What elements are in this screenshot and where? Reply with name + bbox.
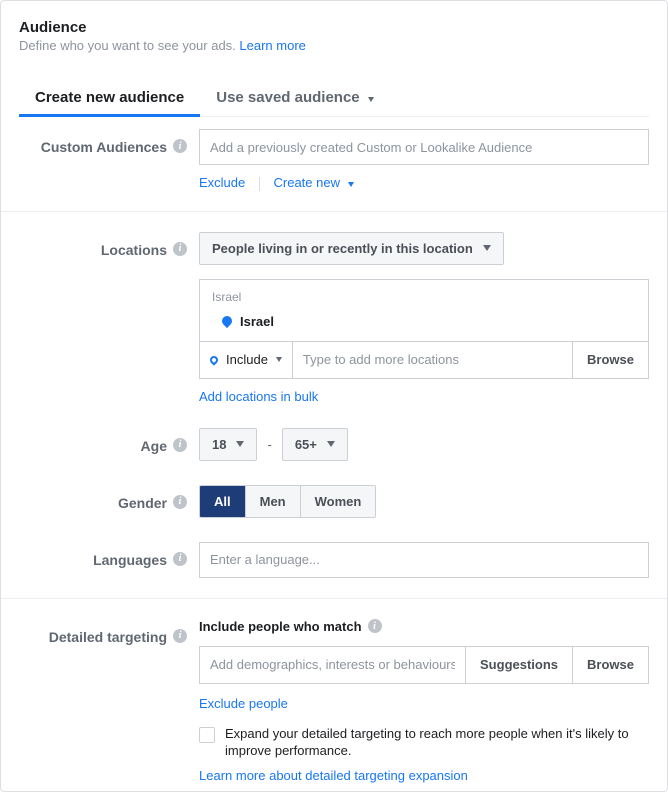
gender-men-button[interactable]: Men bbox=[245, 486, 300, 517]
age-min-dropdown[interactable]: 18 bbox=[199, 428, 257, 461]
location-item[interactable]: Israel bbox=[222, 314, 636, 329]
location-group-label: Israel bbox=[212, 290, 636, 304]
include-match-label: Include people who match i bbox=[199, 619, 382, 634]
info-icon[interactable]: i bbox=[173, 629, 187, 643]
age-section: Age i 18 - 65+ bbox=[19, 416, 649, 473]
chevron-down-icon bbox=[276, 357, 282, 362]
detailed-targeting-input[interactable] bbox=[200, 647, 465, 683]
locations-input[interactable] bbox=[293, 342, 572, 378]
tab-use-saved-audience[interactable]: Use saved audience bbox=[200, 79, 390, 116]
tab-create-new-audience[interactable]: Create new audience bbox=[19, 79, 200, 116]
locations-section: Locations i People living in or recently… bbox=[19, 220, 649, 416]
info-icon[interactable]: i bbox=[173, 242, 187, 256]
chevron-down-icon bbox=[368, 97, 374, 102]
gender-label: Gender bbox=[118, 495, 167, 511]
expand-targeting-checkbox[interactable] bbox=[199, 727, 215, 743]
pin-icon bbox=[208, 354, 219, 365]
chevron-down-icon bbox=[236, 441, 244, 447]
gender-segmented: All Men Women bbox=[199, 485, 376, 518]
panel-title: Audience bbox=[19, 19, 649, 36]
create-new-link[interactable]: Create new bbox=[274, 175, 354, 190]
gender-section: Gender i All Men Women bbox=[19, 473, 649, 530]
locations-box: Israel Israel Include Browse bbox=[199, 279, 649, 379]
gender-all-button[interactable]: All bbox=[200, 486, 245, 517]
info-icon[interactable]: i bbox=[173, 139, 187, 153]
add-locations-bulk-link[interactable]: Add locations in bulk bbox=[199, 389, 318, 404]
exclude-people-link[interactable]: Exclude people bbox=[199, 696, 288, 711]
info-icon[interactable]: i bbox=[368, 619, 382, 633]
exclude-link[interactable]: Exclude bbox=[199, 175, 245, 190]
languages-label: Languages bbox=[93, 552, 167, 568]
age-label: Age bbox=[141, 438, 167, 454]
age-max-dropdown[interactable]: 65+ bbox=[282, 428, 348, 461]
include-dropdown[interactable]: Include bbox=[200, 342, 293, 378]
languages-section: Languages i bbox=[19, 530, 649, 590]
detailed-targeting-section: Detailed targeting i Include people who … bbox=[19, 607, 649, 783]
expand-targeting-text: Expand your detailed targeting to reach … bbox=[225, 725, 649, 760]
detailed-targeting-label: Detailed targeting bbox=[49, 629, 167, 645]
chevron-down-icon bbox=[483, 245, 491, 251]
location-scope-dropdown[interactable]: People living in or recently in this loc… bbox=[199, 232, 504, 265]
panel-subtitle: Define who you want to see your ads. Lea… bbox=[19, 38, 649, 53]
info-icon[interactable]: i bbox=[173, 495, 187, 509]
info-icon[interactable]: i bbox=[173, 438, 187, 452]
gender-women-button[interactable]: Women bbox=[300, 486, 376, 517]
browse-detailed-button[interactable]: Browse bbox=[572, 647, 648, 683]
chevron-down-icon bbox=[327, 441, 335, 447]
custom-audiences-input[interactable] bbox=[199, 129, 649, 165]
custom-audiences-section: Custom Audiences i Exclude Create new bbox=[19, 117, 649, 203]
learn-more-expansion-link[interactable]: Learn more about detailed targeting expa… bbox=[199, 768, 468, 783]
custom-audiences-label: Custom Audiences bbox=[41, 139, 167, 155]
audience-tabs: Create new audience Use saved audience bbox=[19, 79, 649, 117]
suggestions-button[interactable]: Suggestions bbox=[465, 647, 572, 683]
info-icon[interactable]: i bbox=[173, 552, 187, 566]
chevron-down-icon bbox=[348, 182, 354, 187]
pin-icon bbox=[220, 314, 234, 328]
languages-input[interactable] bbox=[199, 542, 649, 578]
learn-more-link[interactable]: Learn more bbox=[239, 38, 305, 53]
browse-locations-button[interactable]: Browse bbox=[572, 342, 648, 378]
locations-label: Locations bbox=[101, 242, 167, 258]
